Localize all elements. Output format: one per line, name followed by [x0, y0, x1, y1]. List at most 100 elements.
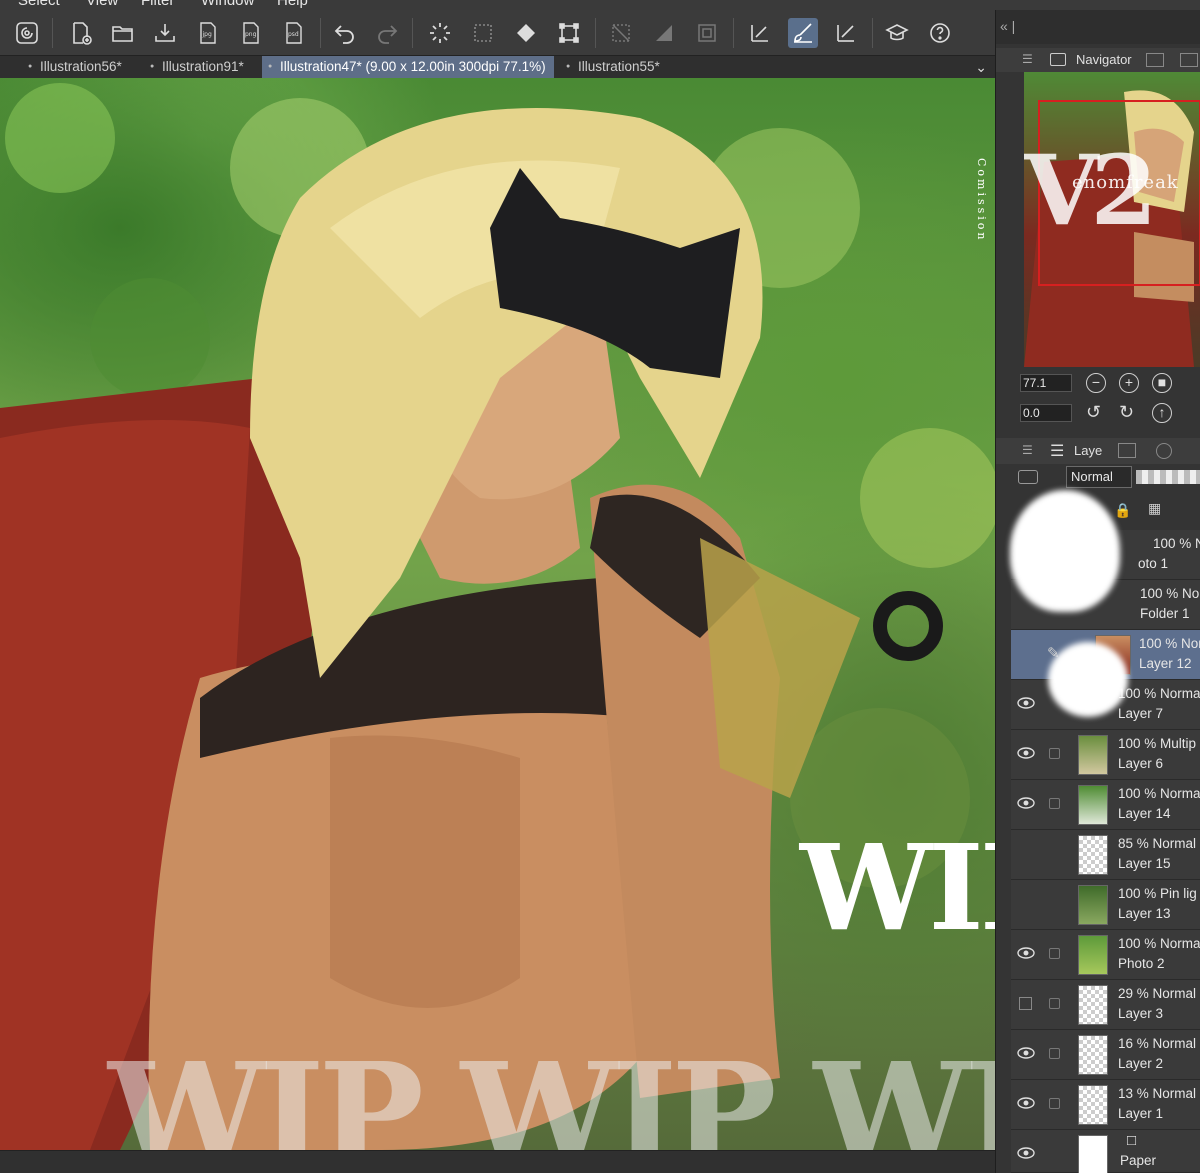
- layer-checkbox[interactable]: [1049, 998, 1060, 1009]
- pen-pressure-icon[interactable]: [745, 18, 775, 48]
- learn-cap-icon[interactable]: [882, 18, 912, 48]
- reset-rotation-icon[interactable]: ↑: [1152, 403, 1172, 423]
- help-icon[interactable]: [925, 18, 955, 48]
- menu-view[interactable]: View: [86, 0, 118, 9]
- visibility-eye-icon[interactable]: [1017, 744, 1035, 762]
- layer-checkbox[interactable]: [1049, 1098, 1060, 1109]
- selection-icon[interactable]: [468, 18, 498, 48]
- layer-opacity-mode: 100 % Norma: [1118, 936, 1200, 951]
- layer-thumbnail: [1078, 835, 1108, 875]
- clear-selection-icon[interactable]: [606, 18, 636, 48]
- layer-property-icon[interactable]: [1118, 443, 1136, 458]
- layer-thumbnail: [1078, 1035, 1108, 1075]
- panel-menu-icon[interactable]: ☰: [1022, 52, 1033, 66]
- layer-name: Layer 6: [1118, 756, 1164, 771]
- lock-icon[interactable]: 🔒: [1114, 502, 1131, 519]
- layer-checkbox[interactable]: [1049, 748, 1060, 759]
- visibility-eye-icon[interactable]: [1017, 694, 1035, 712]
- layer-name: oto 1: [1138, 556, 1169, 571]
- clip-studio-icon[interactable]: [12, 18, 42, 48]
- layer-checkbox[interactable]: [1049, 1048, 1060, 1059]
- navigator-title[interactable]: Navigator: [1076, 52, 1132, 67]
- transform-icon[interactable]: [554, 18, 584, 48]
- layer-name: Layer 2: [1118, 1056, 1164, 1071]
- fit-screen-icon[interactable]: ■: [1152, 373, 1172, 393]
- new-file-icon[interactable]: [66, 18, 96, 48]
- rotate-left-icon[interactable]: ↺: [1086, 402, 1101, 423]
- export-jpg-icon[interactable]: jpg: [193, 18, 223, 48]
- layer-checkbox[interactable]: [1049, 948, 1060, 959]
- menu-select[interactable]: Select: [18, 0, 60, 9]
- undo-icon[interactable]: [330, 18, 360, 48]
- export-psd-icon[interactable]: psd: [279, 18, 309, 48]
- navigator-icon: [1050, 53, 1066, 66]
- zoom-out-icon[interactable]: −: [1086, 373, 1106, 393]
- layer-checkbox[interactable]: [1049, 798, 1060, 809]
- layer-menu-icon[interactable]: ☰: [1022, 443, 1033, 457]
- menu-filter[interactable]: Filter: [141, 0, 174, 9]
- sub-view-icon[interactable]: [1146, 53, 1164, 67]
- layer-search-icon[interactable]: [1156, 443, 1172, 459]
- border-selection-icon[interactable]: [692, 18, 722, 48]
- layer-row[interactable]: 100 % Multip Layer 6: [1011, 730, 1200, 780]
- layer-color-icon[interactable]: [1018, 470, 1038, 484]
- svg-text:png: png: [245, 31, 257, 38]
- rotation-field[interactable]: 0.0: [1020, 404, 1072, 422]
- chevron-down-icon[interactable]: ⌄: [975, 56, 987, 78]
- collapse-dock-icon[interactable]: « |: [1000, 18, 1015, 34]
- visibility-eye-icon[interactable]: [1017, 1044, 1035, 1062]
- blend-mode-select[interactable]: Normal: [1066, 466, 1132, 488]
- invert-selection-icon[interactable]: [649, 18, 679, 48]
- item-bank-icon[interactable]: [1180, 53, 1198, 67]
- reference-layer-icon[interactable]: ▦: [1148, 500, 1161, 517]
- layer-opacity-mode: 100 % Nor: [1140, 586, 1200, 601]
- layer-row[interactable]: 16 % Normal Layer 2: [1011, 1030, 1200, 1080]
- layer-name: Layer 12: [1139, 656, 1192, 671]
- tab-illustration55[interactable]: Illustration55*: [560, 56, 670, 78]
- drawing-canvas[interactable]: WIP WIP WIP WIP Comission: [0, 78, 995, 1150]
- rotate-right-icon[interactable]: ↻: [1119, 402, 1134, 423]
- ruler-pen-icon[interactable]: [831, 18, 861, 48]
- loading-spinner-icon[interactable]: [425, 18, 455, 48]
- layer-opacity-mode: 29 % Normal: [1118, 986, 1197, 1001]
- layer-row[interactable]: 100 % Pin lig Layer 13: [1011, 880, 1200, 930]
- layer-name: Folder 1: [1140, 606, 1190, 621]
- layer-thumbnail: [1078, 785, 1108, 825]
- layer-row[interactable]: 29 % Normal Layer 3: [1011, 980, 1200, 1030]
- layer-row[interactable]: 85 % Normal Layer 15: [1011, 830, 1200, 880]
- navigator-preview[interactable]: V2 enomfreak: [1024, 72, 1200, 367]
- save-icon[interactable]: [150, 18, 180, 48]
- brush-icon[interactable]: [788, 18, 818, 48]
- tab-illustration47[interactable]: Illustration47* (9.00 x 12.00in 300dpi 7…: [262, 56, 554, 78]
- menu-help[interactable]: Help: [277, 0, 308, 9]
- svg-text:psd: psd: [288, 31, 299, 38]
- navigator-header: ☰ Navigator: [996, 48, 1200, 72]
- menu-window[interactable]: Window: [201, 0, 254, 9]
- layer-row[interactable]: 13 % Normal Layer 1: [1011, 1080, 1200, 1130]
- layer-panel-title[interactable]: Laye: [1074, 443, 1102, 458]
- blend-mode-value: Normal: [1071, 469, 1113, 484]
- layer-opacity-mode: 100 % Multip: [1118, 736, 1197, 751]
- tab-illustration56[interactable]: Illustration56*: [22, 56, 140, 78]
- fill-bucket-icon[interactable]: [511, 18, 541, 48]
- redo-icon[interactable]: [372, 18, 402, 48]
- layer-name: Paper: [1120, 1153, 1157, 1168]
- zoom-field[interactable]: 77.1: [1020, 374, 1072, 392]
- layer-opacity-mode: 100 % Norma: [1118, 786, 1200, 801]
- layer-row[interactable]: 100 % Norma Layer 14: [1011, 780, 1200, 830]
- layer-row[interactable]: 100 % Norma Photo 2: [1011, 930, 1200, 980]
- zoom-in-icon[interactable]: +: [1119, 373, 1139, 393]
- opacity-slider[interactable]: [1136, 470, 1200, 484]
- visibility-off-box[interactable]: [1019, 997, 1032, 1010]
- illustration-artwork: [0, 83, 995, 1150]
- visibility-eye-icon[interactable]: [1017, 1094, 1035, 1112]
- visibility-eye-icon[interactable]: [1017, 794, 1035, 812]
- visibility-eye-icon[interactable]: [1017, 944, 1035, 962]
- tab-illustration91[interactable]: Illustration91*: [144, 56, 258, 78]
- layer-row[interactable]: □ Paper: [1011, 1130, 1200, 1173]
- export-png-icon[interactable]: png: [236, 18, 266, 48]
- open-folder-icon[interactable]: [108, 18, 138, 48]
- layer-name: Layer 15: [1118, 856, 1171, 871]
- layer-opacity-mode: 100 % Norma: [1118, 686, 1200, 701]
- visibility-eye-icon[interactable]: [1017, 1144, 1035, 1162]
